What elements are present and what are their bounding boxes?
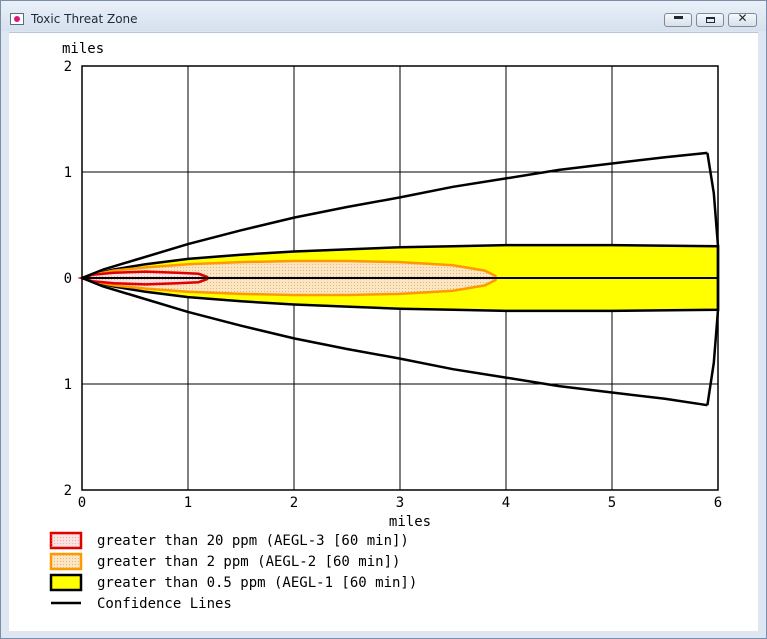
- legend-label: greater than 2 ppm (AEGL-2 [60 min]): [97, 554, 400, 570]
- minimize-button[interactable]: [664, 13, 692, 27]
- legend-label: greater than 20 ppm (AEGL-3 [60 min]): [97, 533, 409, 549]
- legend-swatch-texture: [51, 554, 81, 569]
- y-tick-label: 1: [64, 165, 72, 181]
- legend-label: greater than 0.5 ppm (AEGL-1 [60 min]): [97, 575, 417, 591]
- x-tick-label: 2: [290, 495, 298, 511]
- threat-zone-plot: 0 1 2 3 4 5 6 2 1 0 1 2 miles miles greater than 20 pp…: [49, 41, 722, 612]
- window-title: Toxic Threat Zone: [31, 12, 138, 26]
- x-tick-label: 1: [184, 495, 192, 511]
- x-tick-label: 3: [396, 495, 404, 511]
- y-tick-label: 0: [64, 271, 72, 287]
- close-icon: ✕: [737, 11, 748, 25]
- x-axis-label: miles: [389, 514, 431, 530]
- y-tick-label: 2: [64, 483, 72, 499]
- legend-label: Confidence Lines: [97, 596, 232, 612]
- x-tick-label: 4: [502, 495, 510, 511]
- toxic-threat-zone-window: Toxic Threat Zone ✕ 0 1 2 3 4 5 6 2 1 0 1 2 miles mil…: [0, 0, 767, 639]
- app-window-icon[interactable]: [10, 13, 24, 25]
- close-button[interactable]: ✕: [728, 11, 757, 27]
- chart-area: 0 1 2 3 4 5 6 2 1 0 1 2 miles miles greater than 20 pp…: [9, 32, 758, 631]
- x-tick-label: 6: [714, 495, 722, 511]
- maximize-button[interactable]: [696, 13, 724, 27]
- y-axis-label: miles: [62, 41, 104, 57]
- legend-swatch-texture: [51, 533, 81, 548]
- minimize-icon: [674, 16, 683, 19]
- maximize-icon: [706, 17, 715, 23]
- x-tick-label: 0: [78, 495, 86, 511]
- x-tick-label: 5: [608, 495, 616, 511]
- y-tick-label: 2: [64, 59, 72, 75]
- legend-swatch: [49, 573, 83, 592]
- y-tick-label: 1: [64, 377, 72, 393]
- title-bar[interactable]: Toxic Threat Zone ✕: [1, 1, 766, 31]
